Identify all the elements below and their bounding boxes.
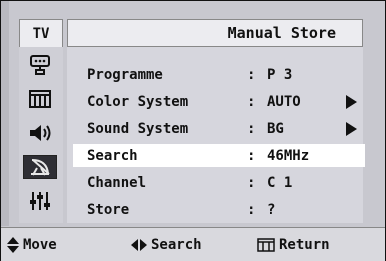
row-label: Sound System [87,120,189,137]
button-hint-bar: Move Search Return [1,227,385,261]
row-colon: : [247,120,256,137]
row-value: C 1 [267,174,293,191]
input-icon[interactable] [23,53,57,77]
menu-row-channel[interactable]: Channel : C 1 [73,171,363,194]
search-hint-label: Search [151,237,202,253]
move-label: Move [23,237,57,253]
menu-title-bar: Manual Store [67,19,363,47]
manual-store-menu: Programme : P 3 Color System : AUTO Soun… [67,47,365,223]
return-label: Return [279,237,330,253]
row-label: Channel [87,174,147,191]
page-title: Manual Store [227,24,336,42]
menu-return-icon [257,238,275,252]
row-label: Programme [87,66,163,83]
move-hint: Move [7,237,57,253]
arrow-right-icon[interactable] [345,122,357,136]
menu-row-store[interactable]: Store : ? [73,198,363,221]
tv-label-text: TV [32,26,50,42]
row-label: Store [87,201,130,218]
row-colon: : [247,93,256,110]
left-right-arrow-icon [131,239,147,251]
return-hint: Return [257,237,330,253]
osd-menu-frame: TV Manual Store Programme: P 3 Color Sy… [0,0,386,261]
menu-row-programme[interactable]: Programme : P 3 [73,63,363,86]
row-colon: : [247,66,256,83]
up-down-arrow-icon [7,237,19,253]
row-value: BG [267,120,284,137]
menu-row-search[interactable]: Search : 46MHz [73,144,365,167]
frame-left-edge [1,1,9,226]
row-value: 46MHz [267,147,310,164]
row-label: Search [87,147,138,164]
category-sidebar [19,47,63,223]
menu-row-sound-system[interactable]: Sound System : BG [73,117,363,140]
tv-mode-label: TV [19,19,63,49]
row-value: ? [267,201,276,218]
row-label: Color System [87,93,189,110]
setup-icon[interactable] [23,189,57,213]
row-colon: : [247,174,256,191]
arrow-right-icon[interactable] [345,95,357,109]
menu-row-color-system[interactable]: Color System : AUTO [73,90,363,113]
row-colon: : [247,147,256,164]
search-hint: Search [131,237,202,253]
row-colon: : [247,201,256,218]
picture-icon[interactable] [23,87,57,111]
row-value: AUTO [267,93,301,110]
row-value: P 3 [267,66,293,83]
channel-antenna-icon[interactable] [23,155,57,179]
sound-icon[interactable] [23,121,57,145]
